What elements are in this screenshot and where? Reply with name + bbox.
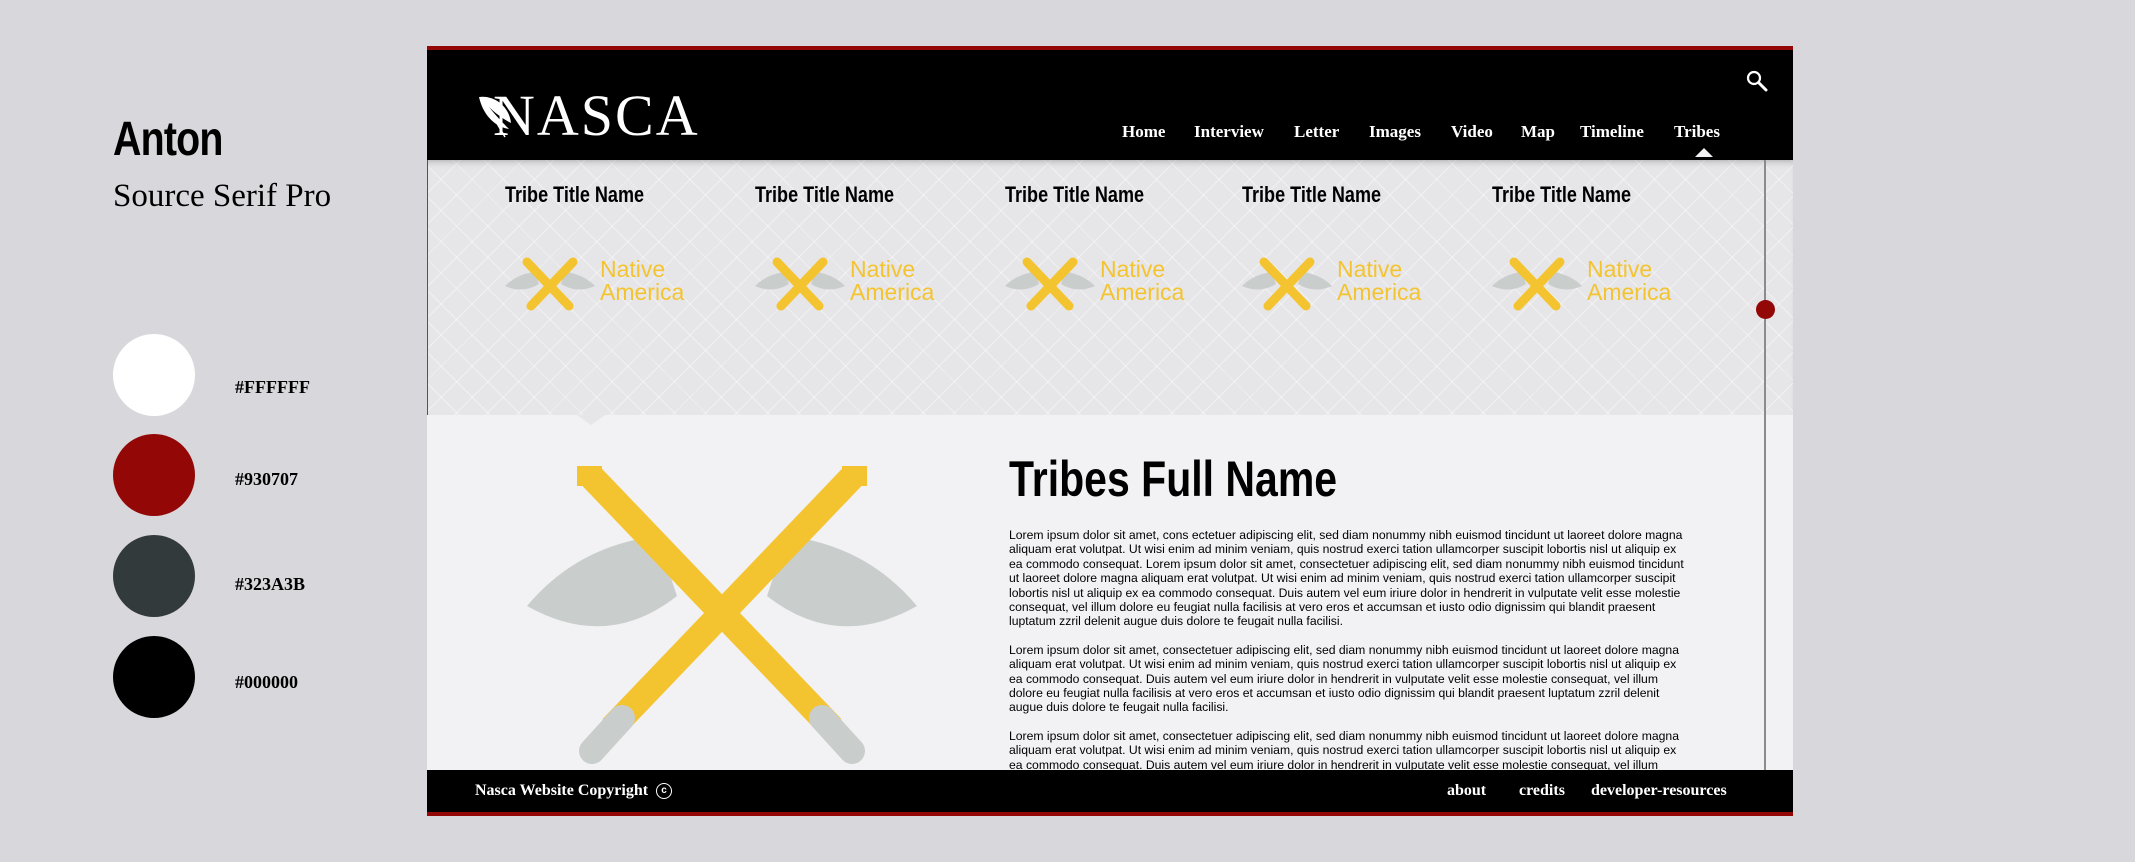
tribe-card[interactable]: Tribe Title Name Native America xyxy=(505,182,705,342)
copyright-notice: Nasca Website Copyright c xyxy=(475,782,673,800)
crossed-axes-icon xyxy=(527,466,917,764)
tribe-logo: Native America xyxy=(755,254,950,314)
crossed-axes-icon xyxy=(1492,257,1582,311)
style-guide-panel: Anton Source Serif Pro #FFFFFF #930707 #… xyxy=(0,0,420,862)
color-label-charcoal: #323A3B xyxy=(235,574,306,594)
dropdown-left-border xyxy=(427,160,428,415)
tribes-dropdown: Tribe Title Name Native America Tribe Ti… xyxy=(427,160,1793,415)
color-swatch-black xyxy=(113,636,195,718)
tribe-logo-text: Native America xyxy=(1100,256,1185,305)
tribe-title: Tribe Title Name xyxy=(1242,182,1382,207)
scrollbar-thumb[interactable] xyxy=(1756,300,1775,319)
nav-active-caret xyxy=(1695,148,1713,157)
nav-interview[interactable]: Interview xyxy=(1194,122,1264,142)
tribe-logo: Native America xyxy=(505,254,700,314)
tribe-logo-text: Native America xyxy=(1337,256,1422,305)
search-icon[interactable] xyxy=(1743,68,1771,96)
color-swatch-white xyxy=(113,334,195,416)
nav-home[interactable]: Home xyxy=(1122,122,1165,142)
main-nav: Home Interview Letter Images Video Map T… xyxy=(427,122,1793,152)
footer-link-about[interactable]: about xyxy=(1447,782,1486,800)
content-title: Tribes Full Name xyxy=(1009,451,1338,507)
tribe-title: Tribe Title Name xyxy=(1492,182,1632,207)
crossed-axes-icon xyxy=(1005,257,1095,311)
tribe-card[interactable]: Tribe Title Name Native America xyxy=(1492,182,1692,342)
footer-link-developer-resources[interactable]: developer-resources xyxy=(1591,782,1727,800)
tribe-card[interactable]: Tribe Title Name Native America xyxy=(1005,182,1205,342)
tribe-card[interactable]: Tribe Title Name Native America xyxy=(755,182,955,342)
color-swatch-red xyxy=(113,434,195,516)
tribe-card[interactable]: Tribe Title Name Native America xyxy=(1242,182,1442,342)
content-paragraph: Lorem ipsum dolor sit amet, cons ectetue… xyxy=(1009,528,1684,629)
color-label-black: #000000 xyxy=(235,672,298,692)
font-sample-anton: Anton xyxy=(113,113,223,166)
bottom-accent-bar xyxy=(427,812,1793,816)
color-label-red: #930707 xyxy=(235,469,298,489)
color-swatch-charcoal xyxy=(113,535,195,617)
color-label-white: #FFFFFF xyxy=(235,377,310,397)
crossed-axes-icon xyxy=(755,257,845,311)
nav-video[interactable]: Video xyxy=(1451,122,1493,142)
content-paragraph: Lorem ipsum dolor sit amet, consectetuer… xyxy=(1009,642,1679,715)
font-sample-source-serif: Source Serif Pro xyxy=(113,178,332,214)
copyright-icon: c xyxy=(656,783,673,799)
tribe-title: Tribe Title Name xyxy=(1005,182,1145,207)
site-header: NASCA Home Interview Letter Images Video… xyxy=(427,50,1793,160)
nav-tribes[interactable]: Tribes xyxy=(1674,122,1720,142)
website-mockup: NASCA Home Interview Letter Images Video… xyxy=(427,46,1793,816)
site-footer: Nasca Website Copyright c about credits … xyxy=(427,770,1793,812)
tribe-logo-text: Native America xyxy=(1587,256,1672,305)
tribe-logo-text: Native America xyxy=(850,256,935,305)
tribe-logo: Native America xyxy=(1005,254,1200,314)
tribe-logo-text: Native America xyxy=(600,256,685,305)
footer-link-credits[interactable]: credits xyxy=(1519,782,1565,800)
nav-map[interactable]: Map xyxy=(1521,122,1555,142)
content-body: Lorem ipsum dolor sit amet, cons ectetue… xyxy=(1009,528,1689,801)
crossed-axes-icon xyxy=(505,257,595,311)
dropdown-caret xyxy=(577,415,605,425)
nav-timeline[interactable]: Timeline xyxy=(1580,122,1644,142)
tribe-logo: Native America xyxy=(1242,254,1437,314)
tribe-logo: Native America xyxy=(1492,254,1687,314)
tribe-title: Tribe Title Name xyxy=(505,182,645,207)
nav-images[interactable]: Images xyxy=(1369,122,1421,142)
nav-letter[interactable]: Letter xyxy=(1294,122,1339,142)
crossed-axes-icon xyxy=(1242,257,1332,311)
scrollbar-track[interactable] xyxy=(1764,160,1766,772)
copyright-text: Nasca Website Copyright xyxy=(475,782,649,799)
tribe-title: Tribe Title Name xyxy=(755,182,895,207)
